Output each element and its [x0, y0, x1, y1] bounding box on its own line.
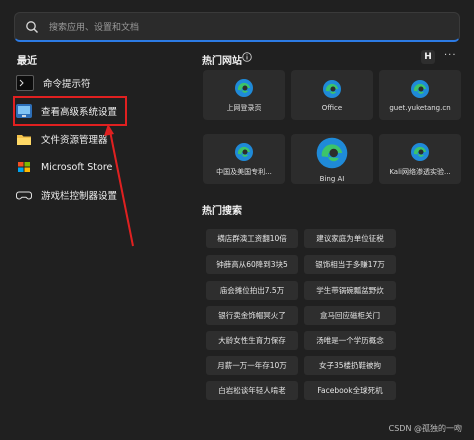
site-card[interactable]: 上网登录页 — [203, 70, 285, 120]
hot-search-title: 热门搜索 — [202, 206, 242, 217]
edge-icon — [411, 142, 429, 161]
hot-search-chip[interactable]: 盒马回应磁柜关门 — [304, 306, 396, 325]
edge-icon — [323, 79, 341, 98]
site-label: 上网登录页 — [226, 103, 262, 112]
hot-search-chip[interactable]: Facebook全球死机 — [304, 381, 396, 400]
site-card[interactable]: Kali网络渗透实验... — [379, 134, 461, 184]
hot-search-chip[interactable]: 大龄女性生育力保存 — [206, 331, 298, 350]
more-options-icon[interactable]: ··· — [444, 50, 457, 61]
hot-search-chip[interactable]: 庙会摊位拍出7.5万 — [206, 281, 298, 300]
site-label: 中国及美国专利... — [216, 167, 272, 176]
hot-search-chip[interactable]: 银行卖金饰帽冥火了 — [206, 306, 298, 325]
watermark: CSDN @孤独的一吻 — [388, 424, 462, 433]
edge-icon — [235, 142, 253, 161]
hot-search-chip[interactable]: 银饰相当于多赚17万 — [304, 255, 396, 274]
hot-search-chip[interactable]: 白岩松谈年轻人啃老 — [206, 381, 298, 400]
site-card[interactable]: Office — [291, 70, 373, 120]
hot-search-chip[interactable]: 横店群演工资翻10倍 — [206, 229, 298, 248]
edge-icon — [235, 78, 253, 97]
site-card[interactable]: Bing AI — [291, 134, 373, 184]
hot-search-chip[interactable]: 建议家庭为单位征税 — [304, 229, 396, 248]
site-card[interactable]: guet.yuketang.cn — [379, 70, 461, 120]
hot-search-chip[interactable]: 月薪一万一年存10万 — [206, 356, 298, 375]
info-icon[interactable] — [242, 52, 252, 62]
hot-search-chip[interactable]: 汤唯是一个学历概念 — [304, 331, 396, 350]
site-label: Bing AI — [319, 174, 345, 183]
site-card[interactable]: 中国及美国专利... — [203, 134, 285, 184]
edge-icon — [411, 79, 429, 98]
hot-search-chip[interactable]: 学生带锅碗瓢盆野炊 — [304, 281, 396, 300]
hot-search-chip[interactable]: 钟薛高从60降到3块5 — [206, 255, 298, 274]
site-label: Office — [321, 103, 343, 112]
hot-search-chip[interactable]: 女子35楼扔鞋被拘 — [304, 356, 396, 375]
start-search-panel: 最近 命令提示符 查看高级系统设置 文件资源管理器 — [0, 0, 474, 440]
edge-icon — [316, 137, 348, 168]
h-badge[interactable]: H — [421, 50, 435, 64]
site-label: Kali网络渗透实验... — [389, 167, 451, 176]
hot-sites-title: 热门网站 — [202, 56, 242, 67]
site-label: guet.yuketang.cn — [389, 103, 451, 112]
